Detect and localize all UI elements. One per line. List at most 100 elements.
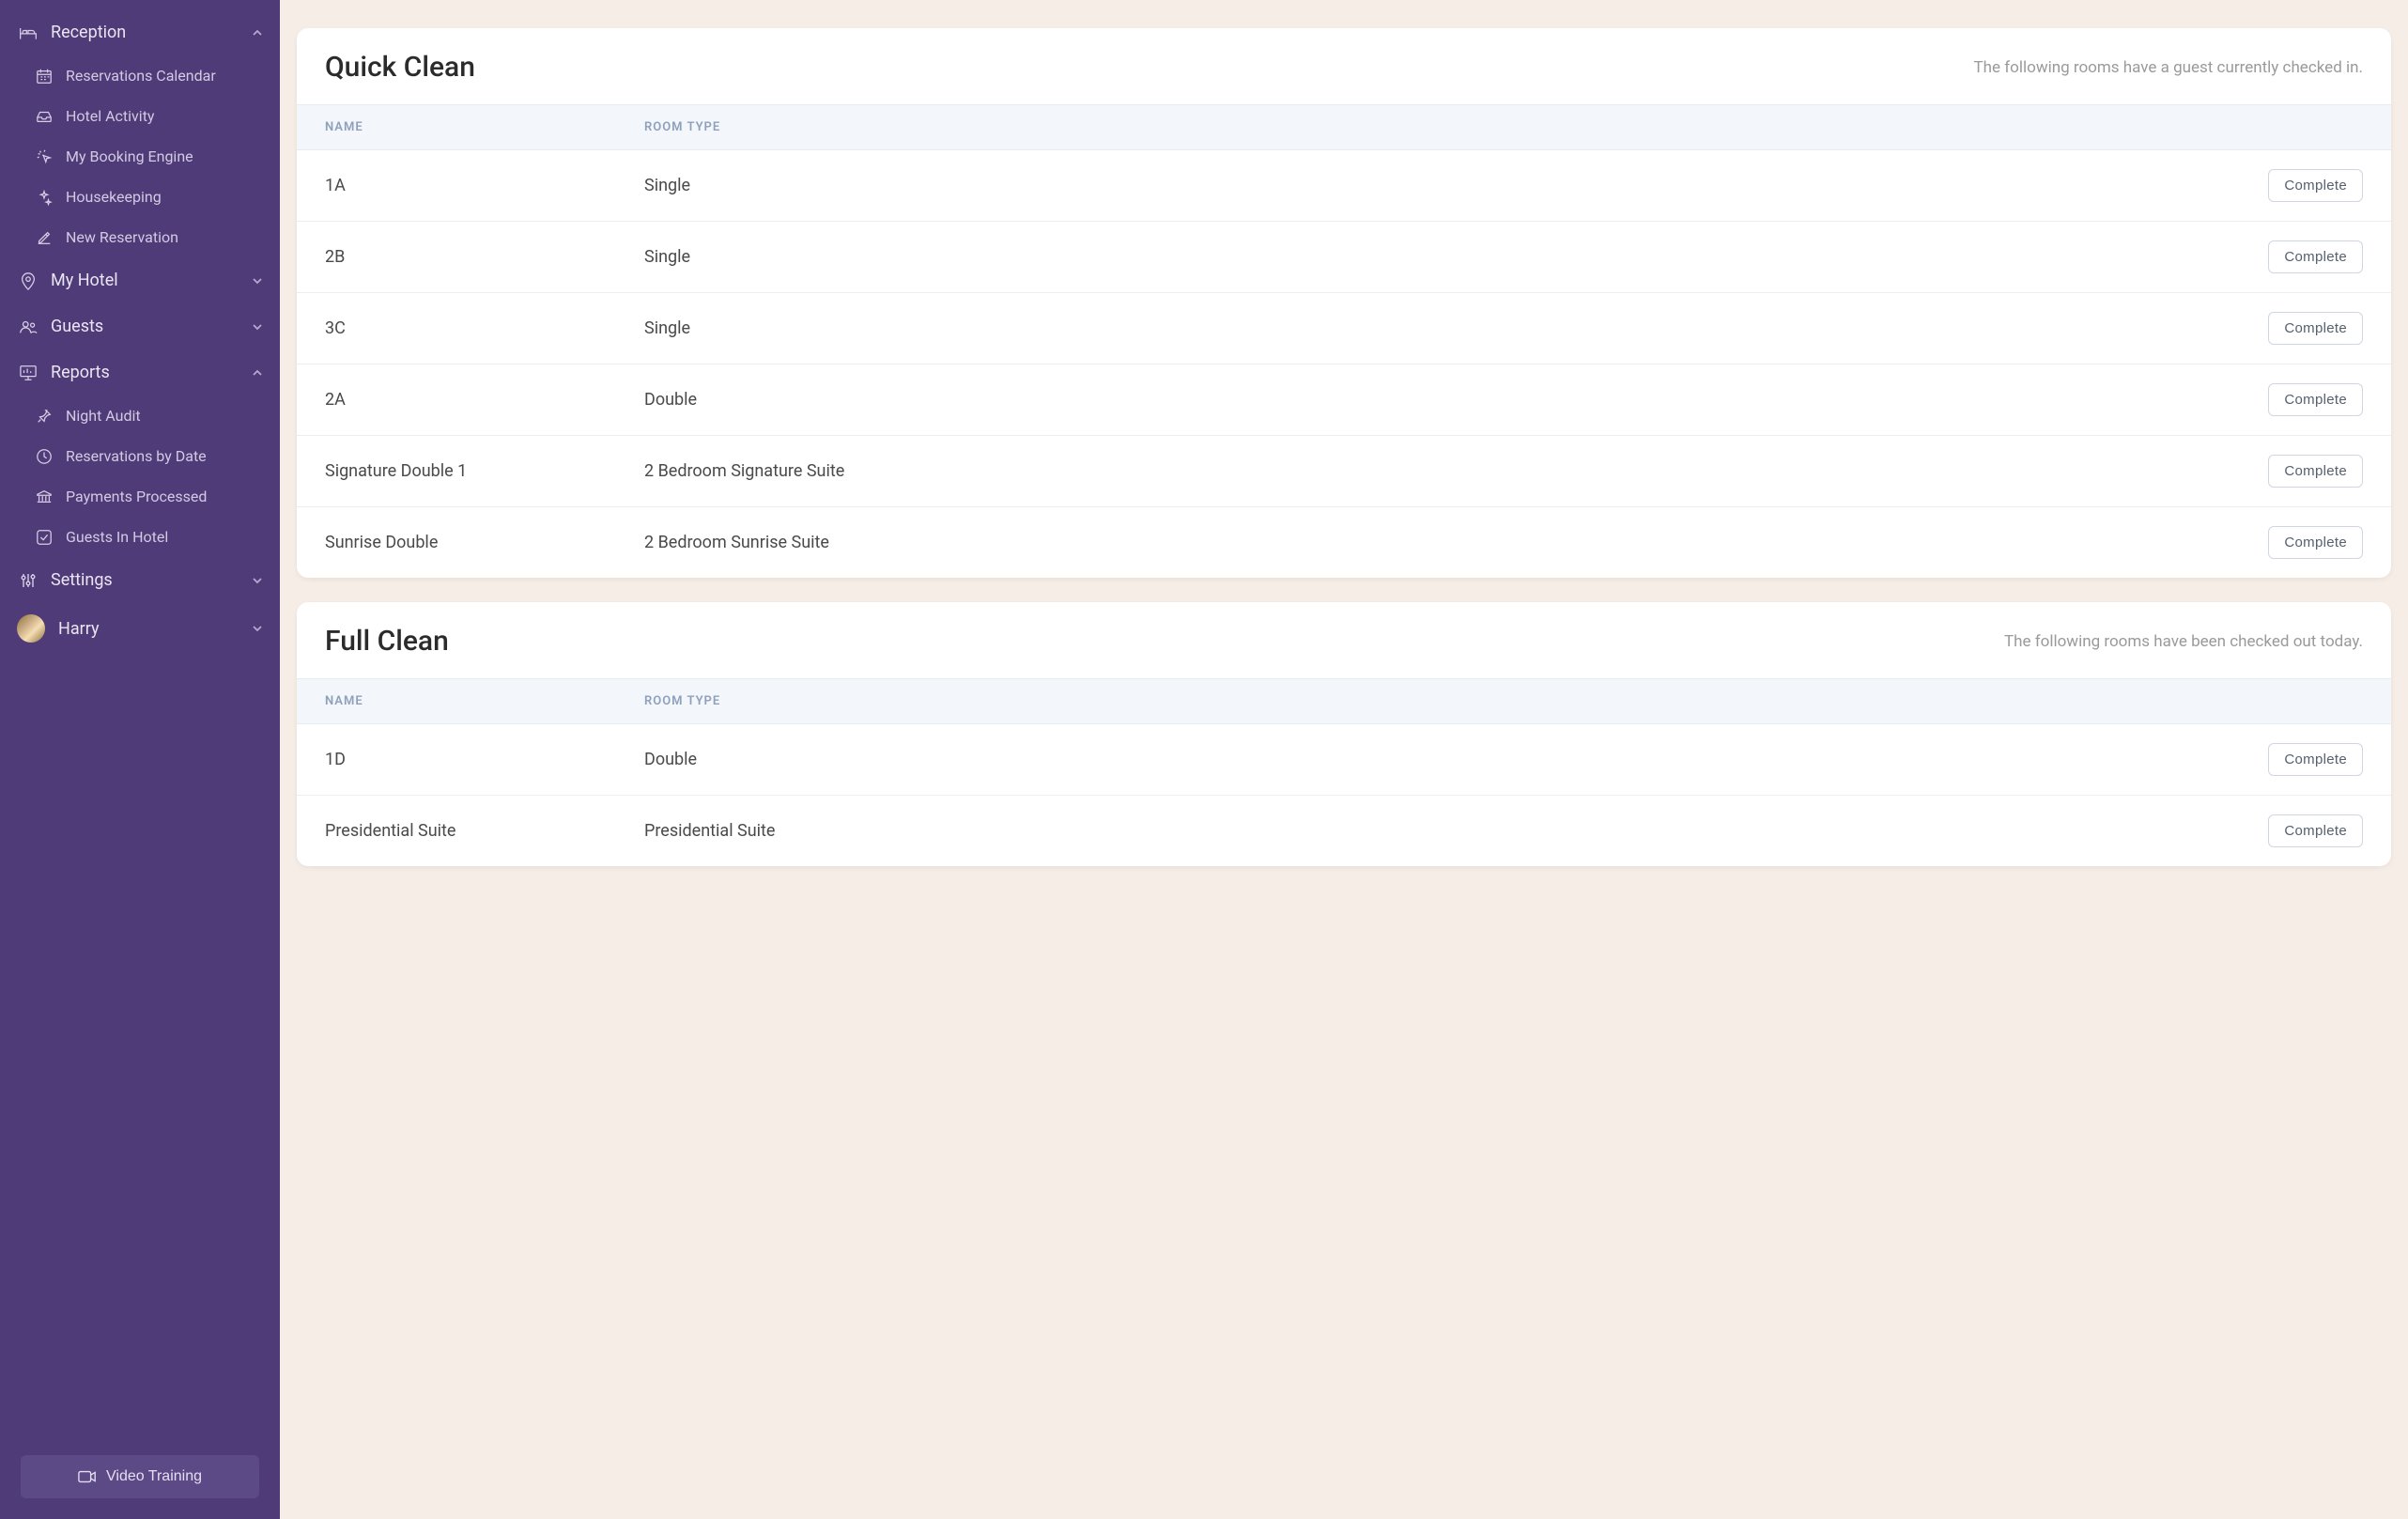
chevron-down-icon xyxy=(252,275,263,287)
video-training-label: Video Training xyxy=(106,1468,202,1485)
cell-room-type: Single xyxy=(644,247,2175,267)
table-body: 1ASingleComplete2BSingleComplete3CSingle… xyxy=(297,150,2391,578)
table-row: 3CSingle Complete xyxy=(297,293,2391,364)
location-icon xyxy=(17,271,39,290)
check-box-icon xyxy=(34,529,54,546)
cell-room-type: Double xyxy=(644,750,2175,769)
panel-subtitle: The following rooms have been checked ou… xyxy=(2004,632,2363,651)
nav-sub-label: Hotel Activity xyxy=(66,107,155,125)
nav-label: My Hotel xyxy=(51,271,118,290)
col-name: NAME xyxy=(325,120,644,134)
nav-sub-label: Guests In Hotel xyxy=(66,528,168,546)
cell-name: Sunrise Double xyxy=(325,533,644,552)
quick-clean-panel: Quick Clean The following rooms have a g… xyxy=(297,28,2391,578)
cell-room-type: 2 Bedroom Sunrise Suite xyxy=(644,533,2175,552)
nav-sub-guests-in-hotel[interactable]: Guests In Hotel xyxy=(0,517,280,557)
table-row: 2ADouble Complete xyxy=(297,364,2391,436)
complete-button[interactable]: Complete xyxy=(2268,526,2363,559)
table-row: 2BSingleComplete xyxy=(297,222,2391,293)
nav-reports[interactable]: Reports xyxy=(0,349,280,395)
main-content: Quick Clean The following rooms have a g… xyxy=(280,0,2408,1519)
nav-reception[interactable]: Reception xyxy=(0,9,280,55)
nav-sub-label: Reservations Calendar xyxy=(66,67,216,85)
nav-my-hotel[interactable]: My Hotel xyxy=(0,257,280,303)
sidebar-footer: Video Training xyxy=(0,1440,280,1519)
bed-icon xyxy=(17,25,39,40)
complete-button[interactable]: Complete xyxy=(2268,455,2363,488)
presentation-icon xyxy=(17,364,39,381)
nav-sub-hotel-activity[interactable]: Hotel Activity xyxy=(0,96,280,136)
nav-label: Reports xyxy=(51,363,110,382)
table-header: NAME ROOM TYPE xyxy=(297,104,2391,150)
panel-title: Full Clean xyxy=(325,625,449,658)
edit-icon xyxy=(34,229,54,246)
cell-name: 3C xyxy=(325,318,644,338)
sidebar: Reception Reservations Calendar Hotel Ac… xyxy=(0,0,280,1519)
video-training-button[interactable]: Video Training xyxy=(21,1455,259,1498)
panel-header: Quick Clean The following rooms have a g… xyxy=(297,28,2391,104)
panel-header: Full Clean The following rooms have been… xyxy=(297,602,2391,678)
cell-name: Presidential Suite xyxy=(325,821,644,841)
complete-button[interactable]: Complete xyxy=(2268,169,2363,202)
user-menu[interactable]: Harry xyxy=(0,603,280,654)
video-icon xyxy=(78,1469,97,1484)
col-name: NAME xyxy=(325,694,644,708)
chevron-up-icon xyxy=(252,367,263,379)
clock-icon xyxy=(34,448,54,465)
cell-action: Complete xyxy=(2175,455,2363,488)
table-body: 1DDoubleCompletePresidential SuitePresid… xyxy=(297,724,2391,866)
nav-settings[interactable]: Settings xyxy=(0,557,280,603)
complete-button[interactable]: Complete xyxy=(2268,814,2363,847)
nav-sub-reservations-by-date[interactable]: Reservations by Date xyxy=(0,436,280,476)
nav-label: Settings xyxy=(51,570,113,590)
table-row: Presidential SuitePresidential Suite Comp… xyxy=(297,796,2391,866)
cell-action: Complete xyxy=(2175,743,2363,776)
inbox-icon xyxy=(34,109,54,124)
sliders-icon xyxy=(17,571,39,590)
nav-sub-night-audit[interactable]: Night Audit xyxy=(0,395,280,436)
nav-sub-payments-processed[interactable]: Payments Processed xyxy=(0,476,280,517)
panel-subtitle: The following rooms have a guest current… xyxy=(1974,58,2363,77)
cell-action: Complete xyxy=(2175,312,2363,345)
chevron-down-icon xyxy=(252,321,263,333)
col-room-type: ROOM TYPE xyxy=(644,694,2175,708)
table-row: 1DDouble Complete xyxy=(297,724,2391,796)
complete-button[interactable]: Complete xyxy=(2268,743,2363,776)
nav-sub-label: New Reservation xyxy=(66,228,178,246)
chevron-up-icon xyxy=(252,27,263,39)
cell-name: 2A xyxy=(325,390,644,410)
chevron-down-icon xyxy=(252,575,263,586)
col-room-type: ROOM TYPE xyxy=(644,120,2175,134)
nav-sub-label: My Booking Engine xyxy=(66,147,193,165)
nav-guests[interactable]: Guests xyxy=(0,303,280,349)
cell-name: 1D xyxy=(325,750,644,769)
cell-room-type: Double xyxy=(644,390,2175,410)
cell-action: Complete xyxy=(2175,814,2363,847)
nav-sub-new-reservation[interactable]: New Reservation xyxy=(0,217,280,257)
cell-action: Complete xyxy=(2175,383,2363,416)
nav-sub-reservations-calendar[interactable]: Reservations Calendar xyxy=(0,55,280,96)
nav-label: Reception xyxy=(51,23,126,42)
calendar-icon xyxy=(34,68,54,85)
table-row: Sunrise Double2 Bedroom Sunrise Suite Com… xyxy=(297,507,2391,578)
cursor-click-icon xyxy=(34,148,54,165)
nav-sub-label: Reservations by Date xyxy=(66,447,207,465)
avatar xyxy=(17,614,45,643)
full-clean-panel: Full Clean The following rooms have been… xyxy=(297,602,2391,866)
complete-button[interactable]: Complete xyxy=(2268,240,2363,273)
cell-room-type: Single xyxy=(644,176,2175,195)
complete-button[interactable]: Complete xyxy=(2268,383,2363,416)
nav-label: Guests xyxy=(51,317,103,336)
cell-name: Signature Double 1 xyxy=(325,461,644,481)
nav-sub-my-booking-engine[interactable]: My Booking Engine xyxy=(0,136,280,177)
cell-room-type: Single xyxy=(644,318,2175,338)
table-header: NAME ROOM TYPE xyxy=(297,678,2391,724)
cell-action: Complete xyxy=(2175,169,2363,202)
complete-button[interactable]: Complete xyxy=(2268,312,2363,345)
cell-action: Complete xyxy=(2175,240,2363,273)
nav-sub-housekeeping[interactable]: Housekeeping xyxy=(0,177,280,217)
bank-icon xyxy=(34,488,54,505)
table-row: Signature Double 12 Bedroom Signature Su… xyxy=(297,436,2391,507)
cell-action: Complete xyxy=(2175,526,2363,559)
cell-room-type: Presidential Suite xyxy=(644,821,2175,841)
